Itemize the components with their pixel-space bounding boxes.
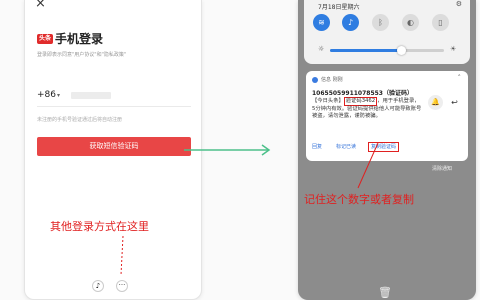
arrow-right-icon bbox=[184, 144, 271, 156]
tutorial-canvas: × 头条 手机登录 登录即表示同意"用户协议"和"隐私政策" +86▾ 未注册的… bbox=[0, 0, 480, 300]
annotation-remember-code: 记住这个数字或者复制 bbox=[304, 193, 414, 206]
notification-screen: 7月18日星期六 ⚙ ≋ ♪ ᛒ ◐ ▯ ☼ ☀ 信息 刚刚 ˄ 1065505… bbox=[298, 0, 476, 300]
more-login-options-button[interactable]: ··· bbox=[116, 280, 128, 292]
trash-icon[interactable]: 🗑 bbox=[378, 286, 392, 299]
tiktok-icon[interactable]: ♪ bbox=[92, 280, 104, 292]
annotation-pointer bbox=[120, 235, 124, 276]
annotation-pointer-right bbox=[357, 142, 379, 189]
login-screen: × 头条 手机登录 登录即表示同意"用户协议"和"隐私政策" +86▾ 未注册的… bbox=[24, 0, 202, 300]
